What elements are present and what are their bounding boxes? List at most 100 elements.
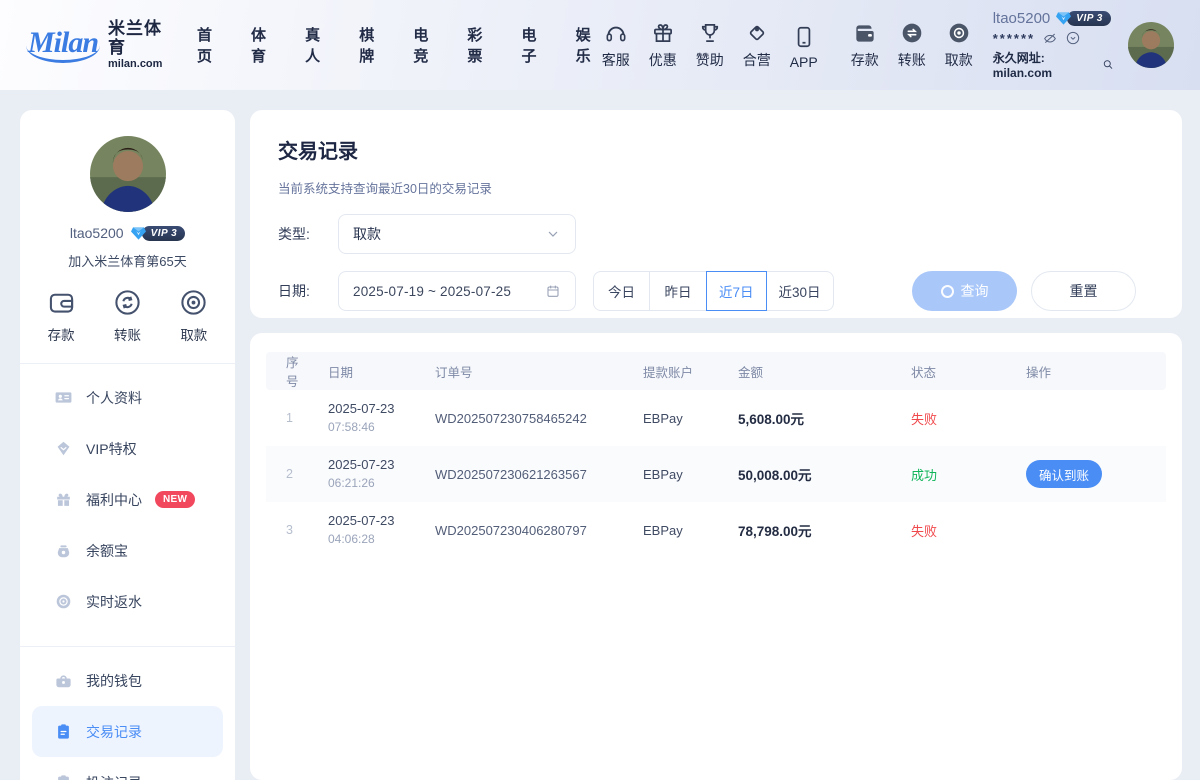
row-amount: 5,608.00元 — [718, 390, 891, 446]
range-30days-button[interactable]: 近30日 — [767, 271, 834, 311]
target-icon — [178, 287, 209, 318]
nav-slots[interactable]: 电子 — [522, 24, 548, 66]
col-order: 订单号 — [415, 352, 623, 390]
sidebar: ltao5200 VIP 3 加入米兰体育第65天 存款 转账 取款 个人资料 … — [20, 110, 235, 780]
masked-balance-text: ****** — [993, 32, 1035, 45]
sidebar-item-transactions[interactable]: 交易记录 — [32, 706, 223, 757]
logo-cn-text: 米兰体育 — [108, 20, 169, 57]
sidebar-avatar[interactable] — [90, 136, 166, 212]
refresh-balance-icon[interactable] — [1065, 30, 1081, 46]
gem-icon — [54, 439, 73, 458]
headset-icon — [603, 20, 629, 46]
username-text: ltao5200 — [993, 10, 1051, 27]
date-range-value: 2025-07-19 ~ 2025-07-25 — [353, 284, 511, 299]
deposit-button[interactable]: 存款 — [851, 20, 879, 70]
sponsorship-button[interactable]: 赞助 — [696, 20, 724, 70]
type-select-value: 取款 — [353, 224, 381, 244]
range-yesterday-button[interactable]: 昨日 — [650, 271, 707, 311]
range-today-button[interactable]: 今日 — [593, 271, 650, 311]
transfer-icon — [899, 20, 925, 46]
sidebar-item-bet-records[interactable]: 投注记录 — [32, 757, 223, 780]
wallet-icon — [46, 287, 77, 318]
col-amount: 金额 — [718, 352, 891, 390]
row-amount: 78,798.00元 — [718, 502, 891, 558]
id-card-icon — [54, 388, 73, 407]
affiliate-button[interactable]: 合营 — [743, 20, 771, 70]
nav-home[interactable]: 首页 — [197, 24, 223, 66]
customer-service-button[interactable]: 客服 — [602, 20, 630, 70]
sidebar-menu-group-1: 个人资料 VIP特权 福利中心 NEW 余额宝 实时返水 — [20, 364, 235, 627]
row-index: 2 — [266, 446, 308, 502]
row-action-cell — [1006, 390, 1166, 446]
user-avatar[interactable] — [1128, 22, 1174, 68]
sidebar-deposit-button[interactable]: 存款 — [46, 287, 77, 344]
sidebar-item-yuebao[interactable]: 余额宝 — [32, 525, 223, 576]
topbar-quick-icons: 客服 优惠 赞助 合营 APP 存款 转账 取款 — [602, 20, 973, 70]
col-status: 状态 — [891, 352, 1006, 390]
sidebar-transfer-button[interactable]: 转账 — [112, 287, 143, 344]
chevron-down-icon — [545, 226, 561, 242]
table-row: 2 2025-07-23 06:21:26 WD2025072306212635… — [266, 446, 1166, 502]
vip-gem-icon — [1055, 11, 1072, 26]
type-select[interactable]: 取款 — [338, 214, 576, 254]
nav-esports[interactable]: 电竞 — [413, 24, 439, 66]
date-range-input[interactable]: 2025-07-19 ~ 2025-07-25 — [338, 271, 576, 311]
row-index: 3 — [266, 502, 308, 558]
row-account: EBPay — [623, 446, 718, 502]
nav-lottery[interactable]: 彩票 — [467, 24, 493, 66]
sidebar-withdraw-button[interactable]: 取款 — [178, 287, 209, 344]
gift-icon — [54, 490, 73, 509]
wallet-icon — [852, 20, 878, 46]
sidebar-menu-group-2: 我的钱包 交易记录 投注记录 — [20, 647, 235, 780]
topbar: Milan 米兰体育 milan.com 首页 体育 真人 棋牌 电竞 彩票 电… — [0, 0, 1200, 90]
site-logo[interactable]: Milan 米兰体育 milan.com — [26, 20, 169, 69]
status-badge: 成功 — [911, 468, 937, 483]
withdraw-icon — [946, 20, 972, 46]
table-row: 1 2025-07-23 07:58:46 WD2025072307584652… — [266, 390, 1166, 446]
reset-button[interactable]: 重置 — [1031, 271, 1136, 311]
row-action-cell: 确认到账 — [1006, 446, 1166, 502]
row-index: 1 — [266, 390, 308, 446]
app-download-button[interactable]: APP — [790, 24, 818, 70]
row-datetime: 2025-07-23 07:58:46 — [308, 390, 415, 446]
transfer-button[interactable]: 转账 — [898, 20, 926, 70]
sidebar-item-benefits[interactable]: 福利中心 NEW — [32, 474, 223, 525]
row-order-no: WD202507230621263567 — [415, 446, 623, 502]
coin-icon — [54, 592, 73, 611]
sidebar-vip-badge: VIP 3 — [130, 226, 186, 241]
table-header-row: 序号 日期 订单号 提款账户 金额 状态 操作 — [266, 352, 1166, 390]
nav-board-games[interactable]: 棋牌 — [359, 24, 385, 66]
document-icon — [54, 773, 73, 780]
row-account: EBPay — [623, 390, 718, 446]
sidebar-item-vip[interactable]: VIP特权 — [32, 423, 223, 474]
transactions-table: 序号 日期 订单号 提款账户 金额 状态 操作 1 2025-07-23 07:… — [266, 352, 1166, 558]
phone-icon — [791, 24, 817, 50]
sidebar-item-wallet[interactable]: 我的钱包 — [32, 655, 223, 706]
range-7days-button[interactable]: 近7日 — [706, 271, 767, 311]
promotions-button[interactable]: 优惠 — [649, 20, 677, 70]
eye-off-icon[interactable] — [1042, 30, 1058, 46]
magnifier-icon[interactable] — [1102, 58, 1114, 71]
new-badge: NEW — [155, 491, 195, 508]
filter-card: 交易记录 当前系统支持查询最近30日的交易记录 类型: 取款 日期: 2025-… — [250, 110, 1182, 318]
transactions-table-card: 序号 日期 订单号 提款账户 金额 状态 操作 1 2025-07-23 07:… — [250, 333, 1182, 780]
row-amount: 50,008.00元 — [718, 446, 891, 502]
withdraw-button[interactable]: 取款 — [945, 20, 973, 70]
calendar-icon — [545, 283, 561, 299]
sidebar-item-rebate[interactable]: 实时返水 — [32, 576, 223, 627]
row-account: EBPay — [623, 502, 718, 558]
loading-spinner-icon — [941, 285, 954, 298]
nav-entertainment[interactable]: 娱乐 — [576, 24, 602, 66]
trophy-icon — [697, 20, 723, 46]
status-badge: 失败 — [911, 412, 937, 427]
nav-live[interactable]: 真人 — [305, 24, 331, 66]
col-index: 序号 — [266, 352, 308, 390]
col-account: 提款账户 — [623, 352, 718, 390]
query-button[interactable]: 查询 — [912, 271, 1017, 311]
row-order-no: WD202507230406280797 — [415, 502, 623, 558]
confirm-received-button[interactable]: 确认到账 — [1026, 460, 1102, 488]
nav-sports[interactable]: 体育 — [251, 24, 277, 66]
status-badge: 失败 — [911, 524, 937, 539]
sidebar-item-profile[interactable]: 个人资料 — [32, 372, 223, 423]
row-order-no: WD202507230758465242 — [415, 390, 623, 446]
